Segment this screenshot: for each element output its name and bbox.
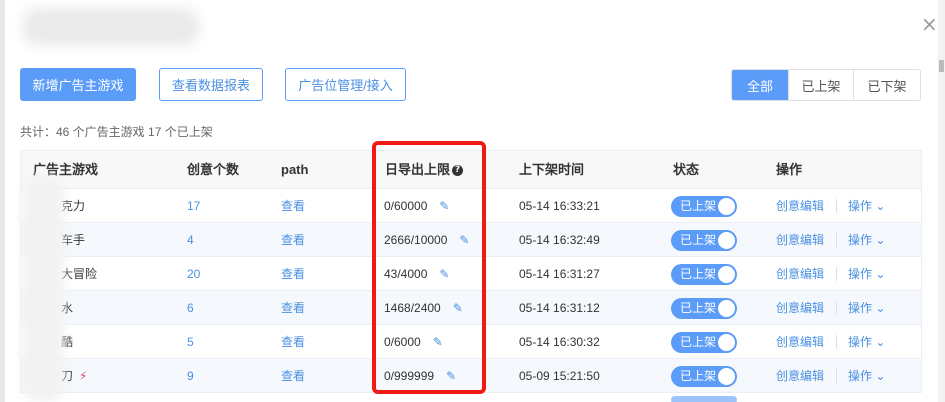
filter-all-tab[interactable]: 全部 [732,70,788,100]
more-actions-dropdown[interactable]: 操作 ⌄ [848,189,885,223]
more-actions-dropdown[interactable]: 操作 ⌄ [848,359,885,393]
path-view-link[interactable]: 查看 [281,325,305,359]
status-toggle-label: 已上架 [680,233,717,247]
game-name: 克力 [61,199,86,213]
toggle-knob [718,334,735,351]
path-view-link[interactable]: 查看 [281,189,305,223]
listing-time: 05-14 16:33:21 [519,199,600,213]
ad-position-button[interactable]: 广告位管理/接入 [285,68,406,101]
listing-time: 05-14 16:31:12 [519,301,600,315]
header-time: 上下架时间 [519,162,585,177]
status-toggle-label: 已上架 [680,267,717,281]
status-toggle-label: 已上架 [680,335,717,349]
highlight-box [372,141,486,394]
scrollbar-thumb[interactable] [939,60,944,72]
blurred-title [23,8,199,46]
creatives-count-link[interactable]: 4 [187,223,194,257]
listing-time: 05-14 16:31:27 [519,267,600,281]
status-filter: 全部 已上架 已下架 [731,69,921,101]
status-toggle-partial[interactable] [671,396,737,402]
edit-creative-link[interactable]: 创意编辑 [776,359,824,393]
filter-unlisted-tab[interactable]: 已下架 [853,70,920,100]
creatives-count-link[interactable]: 6 [187,291,194,325]
toggle-knob [718,232,735,249]
listing-time: 05-14 16:30:32 [519,335,600,349]
toggle-knob [718,300,735,317]
header-creatives: 创意个数 [187,162,240,177]
toggle-knob [718,266,735,283]
edit-creative-link[interactable]: 创意编辑 [776,189,824,223]
path-view-link[interactable]: 查看 [281,223,305,257]
status-toggle-label: 已上架 [680,369,717,383]
action-divider [836,199,837,213]
header-path: path [281,162,309,177]
toggle-knob [718,198,735,215]
edit-creative-link[interactable]: 创意编辑 [776,257,824,291]
game-name-cell: 刀 ⚡ [61,359,87,393]
action-divider [836,267,837,281]
listing-time: 05-14 16:32:49 [519,233,600,247]
status-toggle[interactable]: 已上架 [671,332,737,353]
status-toggle[interactable]: 已上架 [671,230,737,251]
edit-creative-link[interactable]: 创意编辑 [776,325,824,359]
filter-listed-tab[interactable]: 已上架 [788,70,853,100]
more-actions-dropdown[interactable]: 操作 ⌄ [848,257,885,291]
lightning-icon: ⚡ [79,369,88,383]
action-divider [836,369,837,383]
more-actions-dropdown[interactable]: 操作 ⌄ [848,325,885,359]
scrollbar[interactable] [938,0,945,402]
action-divider [836,233,837,247]
status-toggle-label: 已上架 [680,301,717,315]
creatives-count-link[interactable]: 20 [187,257,200,291]
creatives-count-link[interactable]: 9 [187,359,194,393]
path-view-link[interactable]: 查看 [281,257,305,291]
header-status: 状态 [673,162,700,177]
summary-text: 共计：46 个广告主游戏 17 个已上架 [20,125,213,139]
status-toggle[interactable]: 已上架 [671,196,737,217]
view-report-button[interactable]: 查看数据报表 [159,68,263,101]
toggle-knob [718,368,735,385]
status-toggle[interactable]: 已上架 [671,264,737,285]
game-name: 大冒险 [61,267,98,281]
more-actions-dropdown[interactable]: 操作 ⌄ [848,291,885,325]
status-toggle[interactable]: 已上架 [671,298,737,319]
path-view-link[interactable]: 查看 [281,359,305,393]
header-actions: 操作 [776,162,803,177]
creatives-count-link[interactable]: 5 [187,325,194,359]
edit-creative-link[interactable]: 创意编辑 [776,291,824,325]
path-view-link[interactable]: 查看 [281,291,305,325]
close-icon[interactable]: × [921,14,938,34]
redaction-blur [22,176,64,402]
status-toggle[interactable]: 已上架 [671,366,737,387]
edit-creative-link[interactable]: 创意编辑 [776,223,824,257]
action-divider [836,335,837,349]
game-name: 车手 [61,233,86,247]
listing-time: 05-09 15:21:50 [519,369,600,383]
action-divider [836,301,837,315]
creatives-count-link[interactable]: 17 [187,189,200,223]
status-toggle-label: 已上架 [680,199,717,213]
add-advertiser-game-button[interactable]: 新增广告主游戏 [20,68,136,101]
more-actions-dropdown[interactable]: 操作 ⌄ [848,223,885,257]
